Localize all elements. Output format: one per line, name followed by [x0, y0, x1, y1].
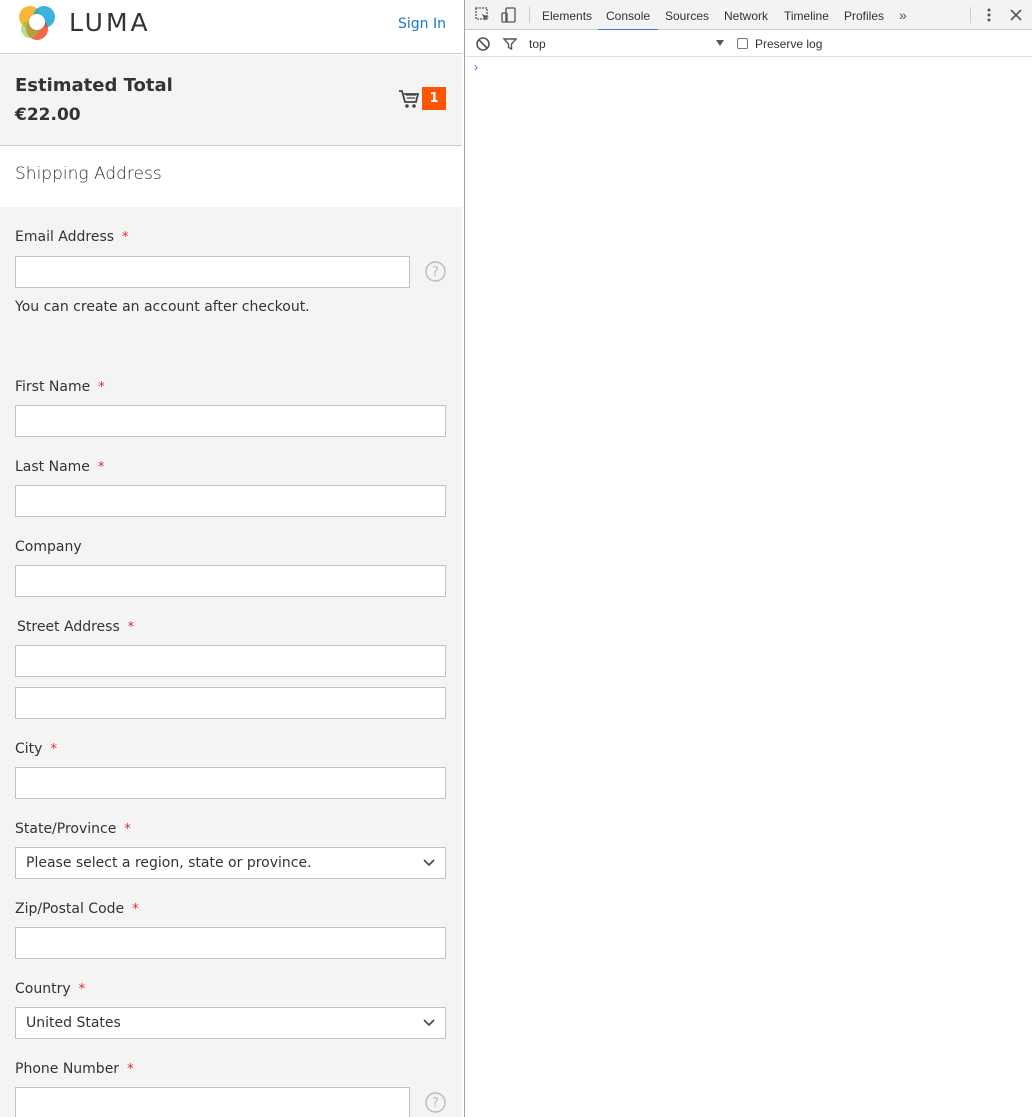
street-label-text: Street Address: [17, 619, 120, 635]
email-field[interactable]: [15, 256, 410, 288]
phone-field[interactable]: [15, 1087, 410, 1117]
required-mark: *: [127, 620, 135, 635]
city-field[interactable]: [15, 767, 446, 799]
email-label-text: Email Address: [15, 229, 115, 245]
shipping-address-heading: Shipping Address: [0, 147, 462, 207]
site-header: LUMA Sign In: [0, 0, 462, 54]
state-label-text: State/Province: [15, 821, 117, 837]
toolbar-divider: [529, 7, 530, 23]
chevron-down-icon: [423, 859, 435, 867]
estimated-total-label: Estimated Total: [15, 75, 173, 96]
tab-timeline[interactable]: Timeline: [784, 0, 829, 30]
state-select-value: Please select a region, state or provinc…: [26, 855, 312, 871]
required-mark: *: [124, 822, 131, 837]
help-icon[interactable]: ?: [425, 261, 446, 282]
required-mark: *: [127, 1062, 134, 1077]
toolbar-divider: [970, 7, 971, 23]
first-name-field[interactable]: [15, 405, 446, 437]
tab-profiles[interactable]: Profiles: [844, 0, 884, 30]
order-summary-bar: Estimated Total €22.00 1: [0, 55, 462, 146]
required-mark: *: [97, 460, 105, 475]
console-prompt[interactable]: ›: [474, 60, 478, 74]
city-label-text: City: [15, 741, 43, 757]
company-label: Company: [15, 539, 82, 555]
clear-console-icon[interactable]: [474, 35, 492, 53]
caret-down-icon[interactable]: [715, 39, 725, 47]
luma-logo-icon: [19, 6, 55, 40]
street-line-1-field[interactable]: [15, 645, 446, 677]
state-label: State/Province *: [15, 821, 131, 837]
shopping-cart-icon: [399, 89, 420, 108]
logo-text: LUMA: [69, 7, 151, 37]
phone-label-text: Phone Number: [15, 1061, 120, 1077]
email-label: Email Address *: [15, 229, 129, 245]
country-label: Country *: [15, 981, 85, 997]
sign-in-link[interactable]: Sign In: [398, 16, 446, 32]
luma-logo[interactable]: LUMA: [15, 0, 151, 44]
inspect-element-icon[interactable]: [474, 6, 492, 24]
estimated-total-value: €22.00: [15, 105, 81, 125]
email-note: You can create an account after checkout…: [15, 299, 310, 315]
svg-text:?: ?: [432, 1096, 439, 1111]
tab-sources[interactable]: Sources: [665, 0, 709, 30]
shipping-form: Email Address * ? You can create an accou…: [0, 207, 462, 1117]
zip-field[interactable]: [15, 927, 446, 959]
company-field[interactable]: [15, 565, 446, 597]
checkout-page: LUMA Sign In Estimated Total €22.00 1 Sh…: [0, 0, 462, 1117]
devtools-panel: Elements Console Sources Network Timelin…: [464, 0, 1032, 1117]
required-mark: *: [50, 742, 57, 757]
required-mark: *: [98, 380, 105, 395]
last-name-label: Last Name *: [15, 459, 104, 475]
filter-icon[interactable]: [501, 35, 519, 53]
required-mark: *: [78, 982, 86, 997]
chevron-down-icon: [423, 1019, 435, 1027]
phone-label: Phone Number *: [15, 1061, 134, 1077]
zip-label: Zip/Postal Code *: [15, 901, 139, 917]
tab-console[interactable]: Console: [597, 0, 659, 31]
help-icon[interactable]: ?: [425, 1092, 446, 1113]
kebab-menu-icon[interactable]: [980, 6, 998, 24]
first-name-label: First Name *: [15, 379, 105, 395]
required-mark: *: [122, 230, 129, 245]
preserve-log-checkbox[interactable]: [737, 38, 748, 49]
close-icon[interactable]: [1007, 6, 1025, 24]
cart-count-badge: 1: [422, 87, 446, 110]
devtools-toolbar: Elements Console Sources Network Timelin…: [465, 0, 1032, 31]
svg-text:?: ?: [432, 265, 439, 280]
city-label: City *: [15, 741, 57, 757]
country-select-value: United States: [26, 1015, 121, 1031]
more-tabs-icon[interactable]: »: [899, 7, 907, 23]
street-address-label: Street Address *: [17, 619, 134, 635]
state-select[interactable]: Please select a region, state or provinc…: [15, 847, 446, 879]
first-name-label-text: First Name: [15, 379, 91, 395]
street-line-2-field[interactable]: [15, 687, 446, 719]
tab-elements[interactable]: Elements: [542, 0, 592, 30]
preserve-log-label[interactable]: Preserve log: [755, 37, 822, 51]
cart-button[interactable]: 1: [398, 87, 446, 110]
last-name-field[interactable]: [15, 485, 446, 517]
section-title-text: Shipping Address: [15, 164, 162, 184]
tab-network[interactable]: Network: [724, 0, 768, 30]
context-selector[interactable]: top: [529, 37, 546, 51]
country-label-text: Country: [15, 981, 71, 997]
device-toolbar-icon[interactable]: [500, 6, 518, 24]
required-mark: *: [132, 902, 139, 917]
console-filter-bar: top Preserve log: [465, 30, 1032, 57]
country-select[interactable]: United States: [15, 1007, 446, 1039]
last-name-label-text: Last Name: [15, 459, 90, 475]
zip-label-text: Zip/Postal Code: [15, 901, 125, 917]
